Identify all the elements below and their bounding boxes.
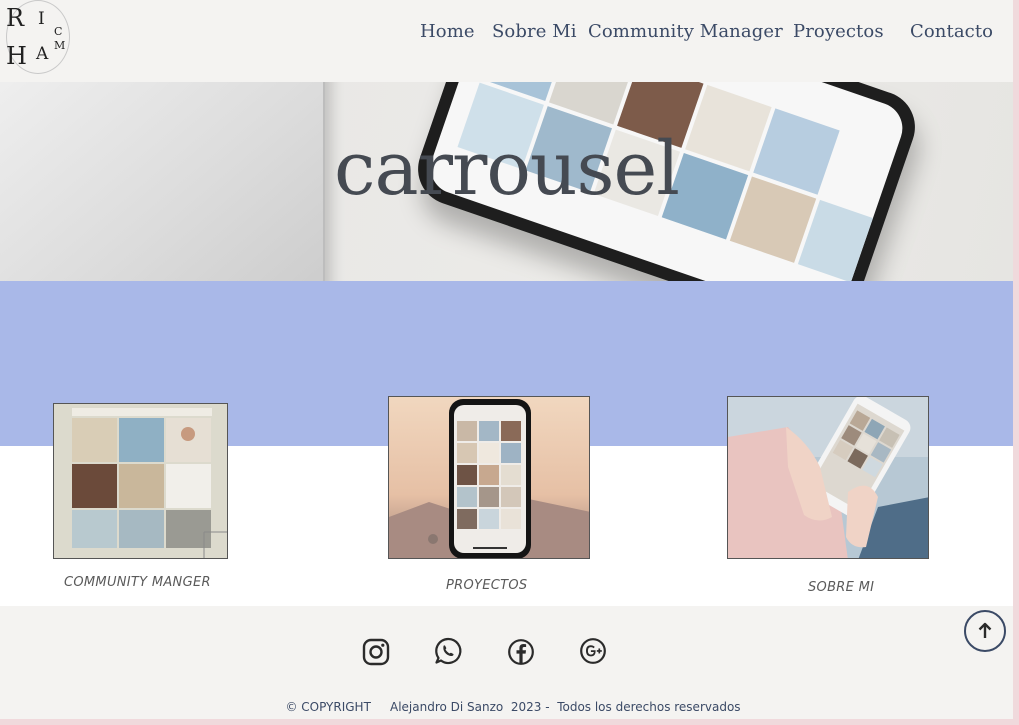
nav-item-home[interactable]: Home — [420, 21, 475, 42]
card-sobre-mi-image[interactable] — [727, 396, 929, 559]
hero-banner: carrousel — [0, 82, 1013, 281]
logo-letter: H — [6, 42, 27, 70]
instagram-grid-image — [54, 404, 227, 558]
card-proyectos-label[interactable]: PROYECTOS — [446, 578, 527, 593]
site-header: R I C M H A Home Sobre Mi Community Mana… — [0, 0, 1013, 82]
card-community-manager-image[interactable] — [53, 403, 228, 559]
page: R I C M H A Home Sobre Mi Community Mana… — [0, 0, 1013, 719]
main-nav: Home Sobre Mi Community Manager Proyecto… — [0, 21, 1013, 47]
facebook-icon[interactable] — [506, 637, 536, 667]
nav-item-sobre-mi[interactable]: Sobre Mi — [492, 21, 577, 42]
hands-phone-image — [728, 397, 928, 558]
site-footer: © COPYRIGHT Alejandro Di Sanzo 2023 - To… — [0, 606, 1013, 719]
whatsapp-icon[interactable] — [433, 636, 463, 666]
nav-item-community-manager[interactable]: Community Manager — [588, 21, 783, 42]
hero-title: carrousel — [334, 126, 680, 212]
instagram-icon[interactable] — [361, 637, 391, 667]
google-plus-icon[interactable] — [578, 636, 608, 666]
arrow-up-icon — [978, 622, 992, 638]
card-sobre-mi-label[interactable]: SOBRE MI — [808, 580, 874, 595]
phone-mockup-image — [389, 397, 589, 558]
logo-letter: A — [36, 44, 49, 64]
card-community-manager-label[interactable]: COMMUNITY MANGER — [64, 575, 211, 590]
nav-item-contacto[interactable]: Contacto — [910, 21, 993, 42]
copyright-text: © COPYRIGHT Alejandro Di Sanzo 2023 - To… — [285, 700, 741, 714]
nav-item-proyectos[interactable]: Proyectos — [793, 21, 884, 42]
card-proyectos-image[interactable] — [388, 396, 590, 559]
scroll-to-top-button[interactable] — [964, 610, 1006, 652]
